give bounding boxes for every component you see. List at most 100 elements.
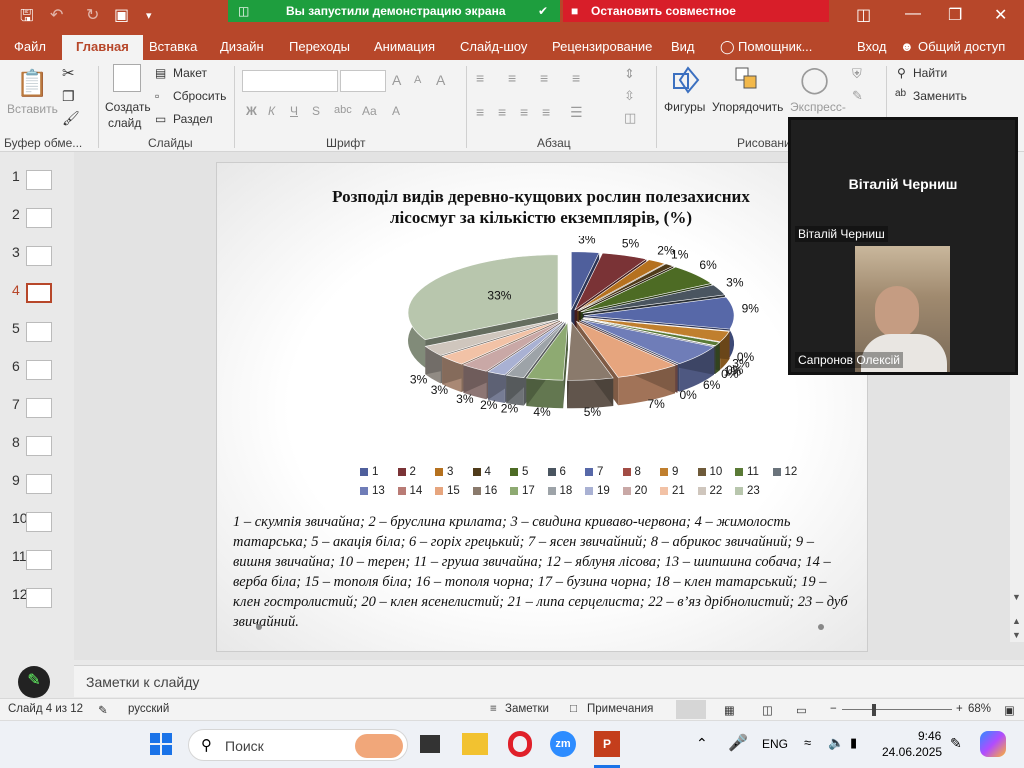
thumbnail-number[interactable]: 9 [12,472,20,488]
slide-thumbnail[interactable] [26,322,52,342]
tab-insert[interactable]: Вставка [149,39,197,54]
thumbnail-number[interactable]: 4 [12,282,20,298]
font-color-button[interactable]: A [392,104,400,118]
italic-button[interactable]: К [268,104,275,118]
bullets-icon[interactable]: ≡ [476,70,484,86]
text-direction-icon[interactable]: ⇕ [624,66,635,82]
align-right-icon[interactable]: ≡ [520,104,528,120]
zoom-slider[interactable] [842,709,952,710]
align-text-icon[interactable]: ⇳ [624,88,635,104]
comments-toggle[interactable]: Примечания [587,703,653,715]
tab-home[interactable]: Главная [62,35,143,60]
slide-thumbnail[interactable] [26,474,52,494]
thumbnail-number[interactable]: 11 [12,548,27,564]
clock-time[interactable]: 9:46 [918,729,941,743]
shapes-icon[interactable] [670,64,702,96]
font-shrink-button[interactable]: A [414,74,421,86]
tab-transitions[interactable]: Переходы [289,39,350,54]
slide-thumbnail[interactable] [26,208,52,228]
accessibility-icon[interactable]: ✎ [98,703,108,717]
replace-button[interactable]: Заменить [913,89,967,103]
section-button[interactable]: Раздел [173,112,213,126]
zoom-app-icon[interactable]: zm [550,731,576,757]
zoom-out-icon[interactable]: − [830,703,837,715]
char-spacing-button[interactable]: abc [334,104,352,116]
present-icon[interactable]: ▣ [114,5,129,25]
thumbnail-number[interactable]: 1 [12,168,20,184]
columns-icon[interactable]: ☰ [570,104,583,121]
thumbnail-number[interactable]: 6 [12,358,20,374]
wifi-icon[interactable]: ≈ [804,735,811,750]
taskbar-search[interactable]: ⚲ Поиск [188,729,408,761]
tab-view[interactable]: Вид [671,39,695,54]
battery-icon[interactable]: ▮ [850,735,857,751]
find-button[interactable]: Найти [913,66,947,80]
share-access-button[interactable]: Общий доступ [918,39,1005,54]
shape-fill-icon[interactable]: ⛨ [852,66,862,82]
task-view-icon[interactable] [420,735,440,753]
zoom-in-icon[interactable]: + [956,703,963,715]
powerpoint-icon[interactable]: P [594,731,620,757]
slide-thumbnail[interactable] [26,550,52,570]
tab-review[interactable]: Рецензирование [552,39,652,54]
font-grow-button[interactable]: A [392,72,401,88]
align-center-icon[interactable]: ≡ [498,104,506,120]
language-indicator[interactable]: русский [128,703,169,715]
indent-icon[interactable]: ≡ [540,70,548,86]
new-slide-icon[interactable] [113,64,141,92]
numbering-icon[interactable]: ≡ [508,70,516,86]
notification-icon[interactable]: ✎ [950,735,962,752]
tab-helper[interactable]: Помощник... [738,39,812,54]
signin-link[interactable]: Вход [857,39,886,54]
redo-icon[interactable]: ↻ [86,5,99,25]
format-painter-icon[interactable]: 🖌 [62,110,80,127]
thumbnail-number[interactable]: 2 [12,206,20,222]
save-icon[interactable]: 🖫 [20,5,34,32]
shape-outline-icon[interactable]: ✎ [852,88,863,104]
chevron-up-icon[interactable]: ⌃ [696,735,708,752]
arrange-icon[interactable] [730,64,762,96]
tab-file[interactable]: Файл [14,39,46,54]
zoom-level[interactable]: 68% [968,703,991,715]
thumbnail-number[interactable]: 7 [12,396,20,412]
pen-icon[interactable]: ✎ [18,666,50,698]
close-icon[interactable]: ✕ [994,5,1007,25]
thumbnail-number[interactable]: 8 [12,434,20,450]
undo-icon[interactable]: ↶ [50,5,63,25]
cut-icon[interactable]: ✂ [62,64,75,82]
thumbnail-number[interactable]: 3 [12,244,20,260]
bold-button[interactable]: Ж [246,104,257,118]
slide-thumbnail[interactable] [26,588,52,608]
notes-pane[interactable]: Заметки к слайду [74,665,1024,697]
font-name-input[interactable] [242,70,338,92]
slide-thumbnail[interactable] [26,246,52,266]
customize-qat-icon[interactable]: ▾ [146,9,152,22]
slide-sorter-icon[interactable]: ▦ [724,703,735,717]
paste-icon[interactable]: 📋 [16,68,48,99]
restore-icon[interactable]: ❐ [948,5,962,25]
slide-thumbnail[interactable] [26,170,52,190]
windows-start-icon[interactable] [150,733,172,755]
ribbon-display-icon[interactable]: ◫ [856,5,871,25]
reading-view-icon[interactable]: ◫ [762,703,773,717]
quick-styles-icon[interactable]: ◯ [800,64,829,95]
font-size-input[interactable] [340,70,386,92]
slide-thumbnail[interactable] [26,283,52,303]
copilot-icon[interactable] [980,731,1006,757]
tab-slideshow[interactable]: Слайд-шоу [460,39,527,54]
paste-button[interactable]: Вставить [7,102,58,116]
smartart-icon[interactable]: ◫ [624,110,636,126]
next-slide-icon[interactable]: ▼ [1012,630,1021,640]
strikethrough-button[interactable]: S [312,104,320,118]
notes-toggle[interactable]: Заметки [505,703,549,715]
justify-icon[interactable]: ≡ [542,104,550,120]
fit-slide-icon[interactable]: ▣ [1004,703,1015,717]
align-left-icon[interactable]: ≡ [476,104,484,120]
quick-styles-button[interactable]: Экспресс- [790,100,846,114]
reset-button[interactable]: Сбросить [173,89,226,103]
slideshow-icon[interactable]: ▭ [796,703,807,717]
thumbnail-number[interactable]: 5 [12,320,20,336]
clear-format-button[interactable]: A [436,72,445,88]
new-slide-label-2[interactable]: слайд [108,116,141,130]
volume-icon[interactable]: 🔈 [828,735,844,751]
